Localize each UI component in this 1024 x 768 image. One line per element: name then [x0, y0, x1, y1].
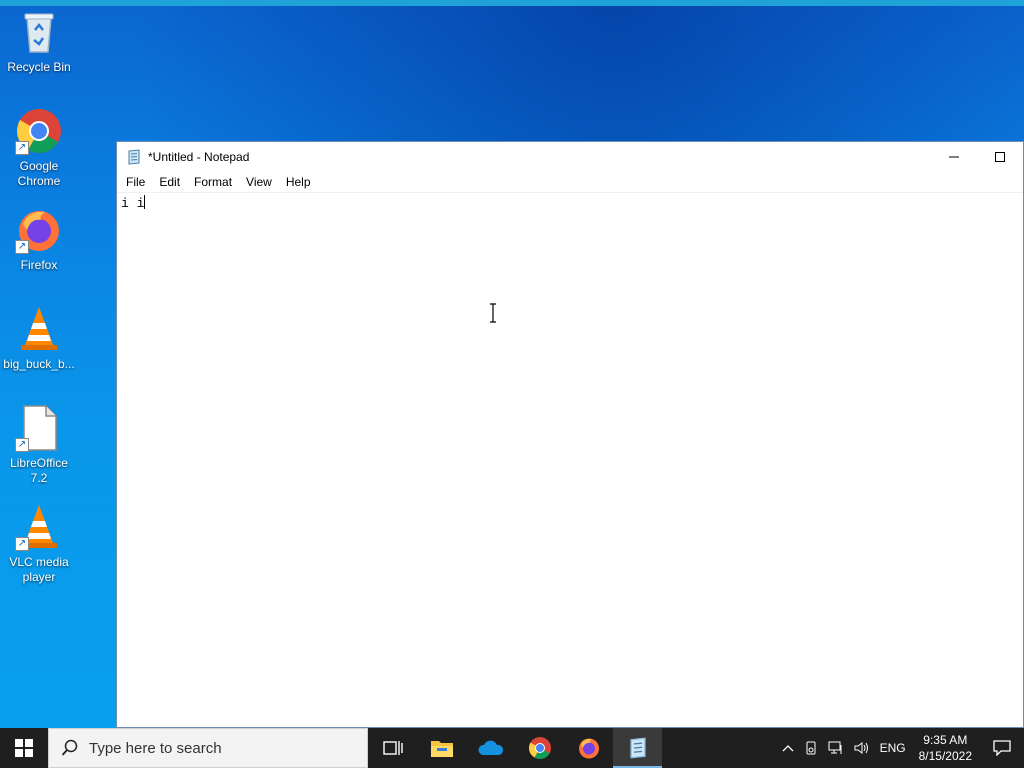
volume-button[interactable]: [849, 741, 875, 755]
recycle-bin-icon: [15, 8, 63, 56]
input-language-button[interactable]: ENG: [875, 741, 911, 755]
chrome-icon: ↗: [15, 107, 63, 155]
shortcut-arrow-icon: ↗: [15, 141, 29, 155]
desktop-icon-recycle-bin[interactable]: Recycle Bin: [2, 8, 76, 75]
speaker-icon: [854, 742, 868, 754]
system-tray: ENG 9:35 AM 8/15/2022: [777, 728, 1024, 768]
minimize-button[interactable]: [931, 142, 977, 172]
shortcut-arrow-icon: ↗: [15, 438, 29, 452]
windows-logo-icon: [15, 739, 33, 757]
task-view-icon: [382, 741, 403, 755]
maximize-icon: [995, 152, 1005, 162]
menu-help[interactable]: Help: [279, 175, 318, 189]
menu-edit[interactable]: Edit: [152, 175, 187, 189]
desktop-icon-firefox[interactable]: ↗ Firefox: [2, 206, 76, 273]
action-center-button[interactable]: [980, 728, 1024, 768]
firefox-icon: [578, 738, 599, 759]
search-icon: [61, 739, 78, 756]
clock-time: 9:35 AM: [923, 733, 968, 747]
taskbar-firefox[interactable]: [564, 728, 613, 768]
network-button[interactable]: [823, 741, 849, 755]
text-editor[interactable]: i i: [117, 192, 1023, 727]
vlc-icon: ↗: [15, 503, 63, 551]
libreoffice-icon: ↗: [15, 404, 63, 452]
desktop-icon-label: Firefox: [20, 258, 58, 272]
network-icon: [828, 741, 842, 754]
taskbar-file-explorer[interactable]: [417, 728, 466, 768]
search-placeholder: Type here to search: [89, 739, 222, 757]
chrome-icon: [528, 737, 551, 759]
taskbar-search-box[interactable]: Type here to search: [48, 728, 368, 768]
window-title: *Untitled - Notepad: [148, 150, 250, 164]
minimize-icon: [949, 156, 959, 158]
desktop-icon-libreoffice[interactable]: ↗ LibreOffice 7.2: [2, 404, 76, 486]
desktop-top-strip: [0, 0, 1024, 6]
desktop-icon-chrome[interactable]: ↗ Google Chrome: [2, 107, 76, 189]
tray-device-button[interactable]: [799, 741, 823, 755]
ibeam-cursor-icon: [490, 303, 496, 323]
firefox-icon: ↗: [15, 206, 63, 254]
menu-bar: File Edit Format View Help: [117, 172, 1023, 192]
taskbar-chrome[interactable]: [515, 728, 564, 768]
taskbar-notepad[interactable]: [613, 728, 662, 768]
notepad-window[interactable]: *Untitled - Notepad File Edit Format Vie…: [116, 141, 1024, 728]
notepad-title-bar[interactable]: *Untitled - Notepad: [117, 142, 1023, 172]
device-icon: [806, 741, 816, 755]
show-hidden-icons-button[interactable]: [777, 744, 799, 752]
taskbar-onedrive[interactable]: [466, 728, 515, 768]
desktop-icon-big-buck-bunny[interactable]: big_buck_b...: [2, 305, 76, 372]
text-caret: [144, 195, 146, 209]
desktop-icon-label: Recycle Bin: [7, 60, 71, 74]
menu-format[interactable]: Format: [187, 175, 239, 189]
shortcut-arrow-icon: ↗: [15, 240, 29, 254]
taskbar-task-view[interactable]: [368, 728, 417, 768]
editor-content: i i: [121, 196, 145, 211]
clock-date: 8/15/2022: [918, 749, 972, 763]
shortcut-arrow-icon: ↗: [15, 537, 29, 551]
start-button[interactable]: [0, 728, 48, 768]
onedrive-icon: [477, 740, 503, 755]
maximize-button[interactable]: [977, 142, 1023, 172]
desktop-icon-vlc[interactable]: ↗ VLC media player: [2, 503, 76, 585]
taskbar: Type here to search ENG 9:35 AM 8/15/202…: [0, 728, 1024, 768]
notification-icon: [993, 740, 1011, 756]
desktop-icon-label: big_buck_b...: [3, 357, 75, 371]
desktop-icon-label: Google Chrome: [17, 159, 61, 188]
menu-file[interactable]: File: [119, 175, 152, 189]
desktop-icon-label: VLC media player: [9, 555, 69, 584]
notepad-icon: [126, 149, 142, 165]
vlc-file-icon: [15, 305, 63, 353]
file-explorer-icon: [430, 741, 453, 757]
menu-view[interactable]: View: [239, 175, 279, 189]
chevron-up-icon: [782, 745, 794, 752]
desktop-icon-label: LibreOffice 7.2: [10, 456, 68, 485]
notepad-icon: [629, 737, 646, 759]
clock-button[interactable]: 9:35 AM 8/15/2022: [911, 732, 980, 764]
